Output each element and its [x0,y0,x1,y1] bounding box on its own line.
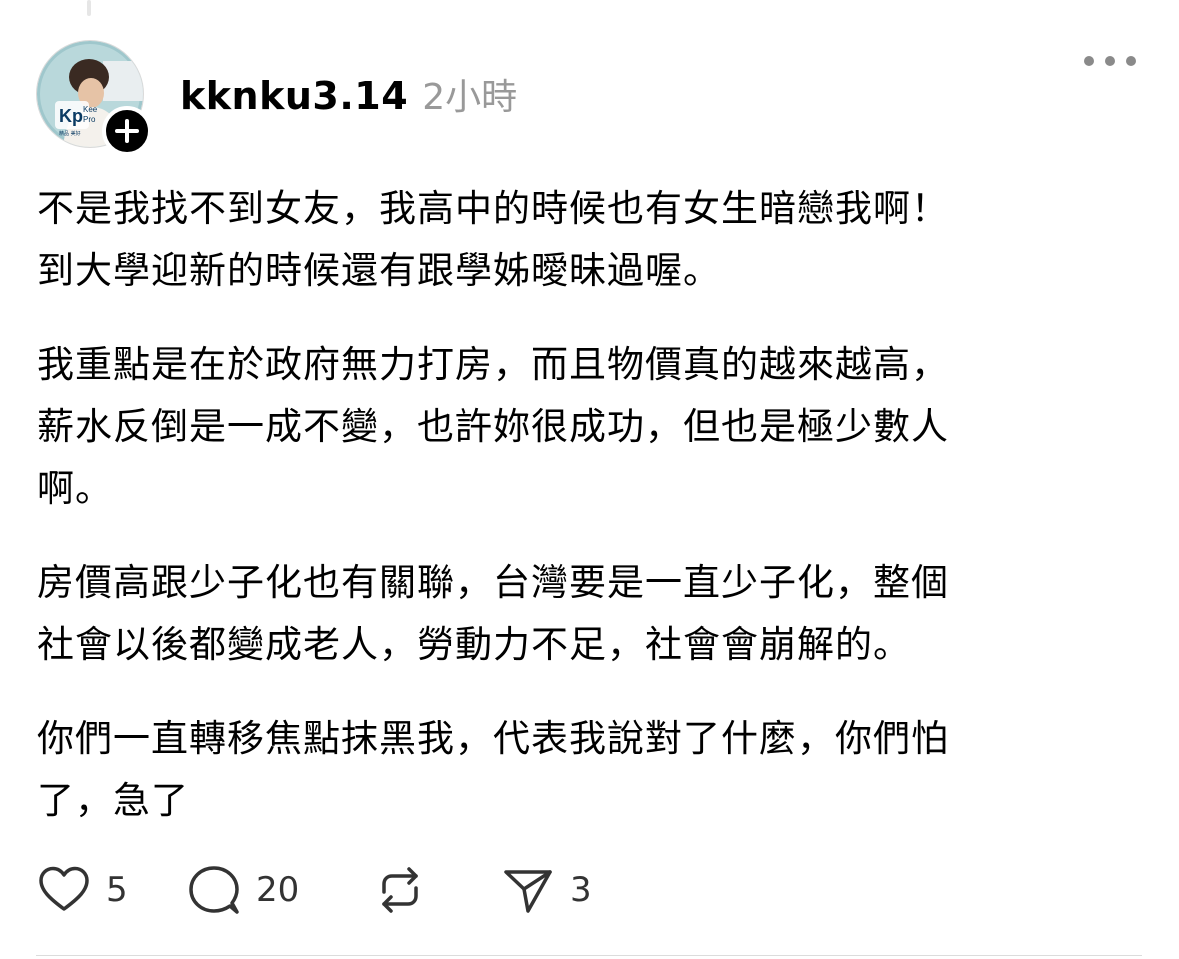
post-header: kknku3.14 2小時 [180,68,517,122]
thread-connector-line [87,0,91,16]
comment-bubble-icon [189,866,239,914]
post-text: 不是我找不到女友，我高中的時候也有女生暗戀我啊！ 到大學迎新的時候還有跟學姊曖昧… [37,178,1142,864]
plus-icon [115,119,139,143]
more-options-button[interactable] [1084,46,1136,76]
avatar-logo-line-2: Pro [83,115,96,124]
post-paragraph: 不是我找不到女友，我高中的時候也有女生暗戀我啊！ 到大學迎新的時候還有跟學姊曖昧… [37,187,949,292]
comment-button[interactable]: 20 [186,860,372,920]
post-paragraph: 我重點是在於政府無力打房，而且物價真的越來越高， 薪水反倒是一成不變，也許妳很成… [37,343,949,510]
follow-button[interactable] [102,106,152,156]
like-count: 5 [106,870,128,910]
like-button[interactable]: 5 [36,860,186,920]
comment-count: 20 [256,870,300,910]
share-count: 3 [570,870,592,910]
repost-icon [382,867,418,913]
post-paragraph: 房價高跟少子化也有關聯，台灣要是一直少子化，整個 社會以後都變成老人，勞動力不足… [37,561,949,666]
post-timestamp: 2小時 [422,77,518,118]
more-dots-icon [1084,56,1094,66]
share-button[interactable]: 3 [500,860,592,920]
post-paragraph: 你們一直轉移焦點抹黑我，代表我說對了什麼，你們怕 了，急了 [37,717,949,822]
avatar-logo-text: Kp [59,106,83,126]
post-divider [36,955,1142,956]
send-icon [504,870,552,913]
more-dots-icon [1105,56,1115,66]
repost-button[interactable] [372,860,500,920]
heart-icon [39,866,89,911]
avatar[interactable]: Kp Kee Pro 精品 美好 [36,40,152,156]
avatar-logo-line-1: Kee [83,105,98,114]
avatar-logo-caption: 精品 美好 [59,130,81,137]
more-dots-icon [1126,56,1136,66]
username-link[interactable]: kknku3.14 [180,74,408,118]
post-actions: 5 20 3 [36,860,592,920]
